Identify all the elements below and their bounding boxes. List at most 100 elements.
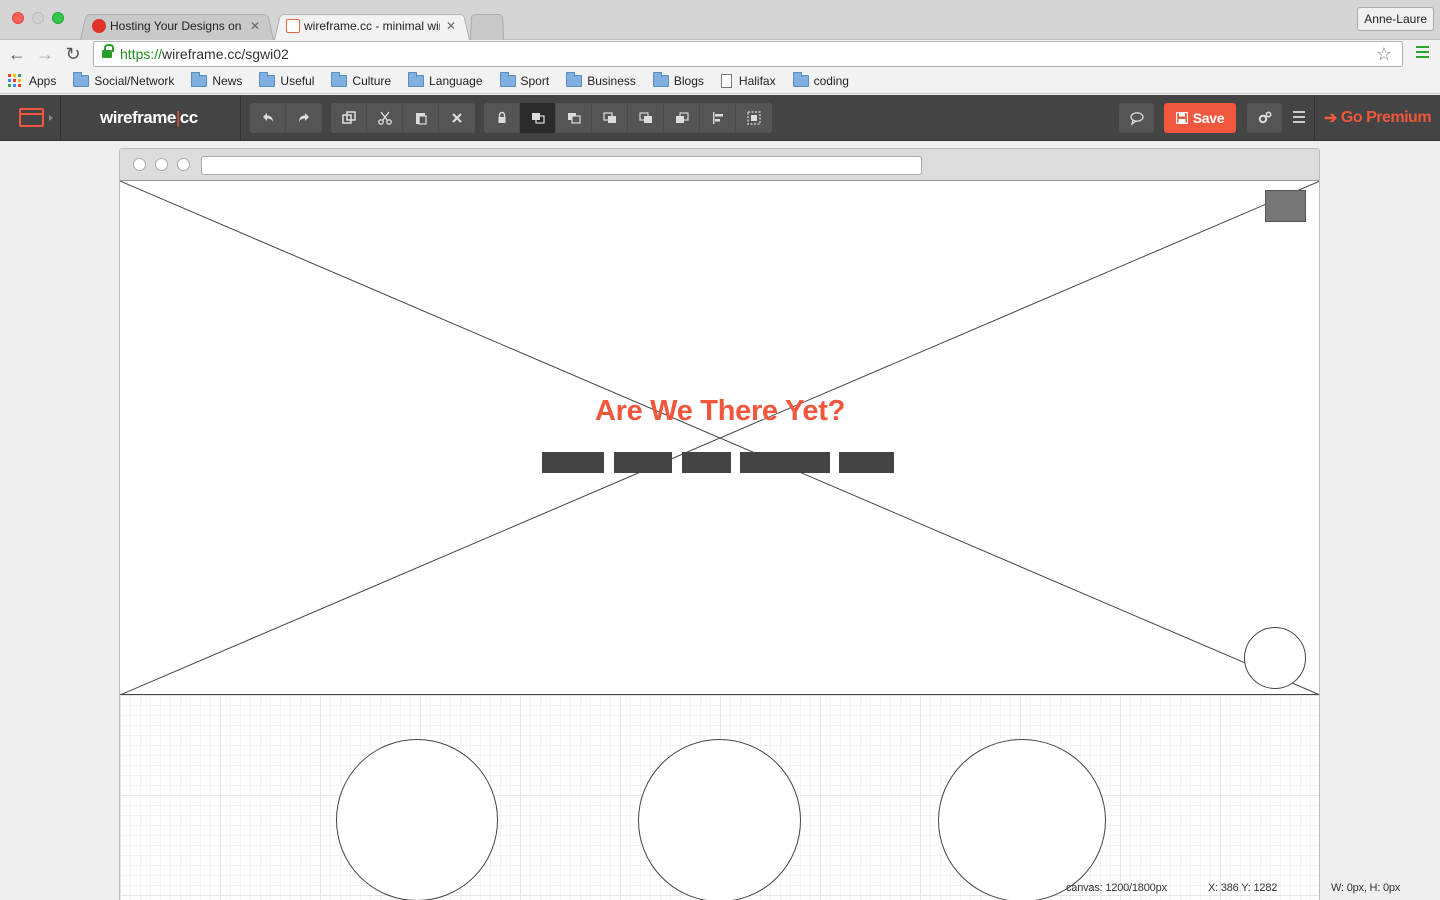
arrow-right-icon: ➔ bbox=[1324, 110, 1337, 127]
browser-tab-wireframe[interactable]: wireframe.cc - minimal wire ✕ bbox=[274, 12, 470, 40]
bookmark-label: Social/Network bbox=[94, 73, 175, 88]
close-window-button[interactable] bbox=[12, 12, 24, 24]
folder-icon bbox=[566, 71, 583, 87]
bookmark-useful[interactable]: Useful bbox=[259, 71, 314, 88]
bookmark-blogs[interactable]: Blogs bbox=[652, 71, 704, 88]
browser-titlebar: Hosting Your Designs on | | ✕ wireframe.… bbox=[0, 0, 1440, 40]
divider bbox=[1314, 95, 1315, 141]
address-bar[interactable]: https://wireframe.cc/sgwi02 ☆ bbox=[93, 41, 1403, 67]
save-label: Save bbox=[1192, 110, 1225, 126]
folder-icon bbox=[73, 71, 90, 87]
bookmark-apps[interactable]: Apps bbox=[8, 74, 56, 88]
bookmark-label: Language bbox=[429, 73, 483, 88]
align-icon[interactable] bbox=[700, 103, 736, 133]
bookmark-business[interactable]: Business bbox=[566, 71, 636, 88]
wireframe-browser-chrome bbox=[120, 149, 1319, 181]
folder-icon bbox=[792, 71, 809, 87]
comment-button[interactable] bbox=[1119, 103, 1154, 133]
feature-circle-placeholder[interactable] bbox=[638, 739, 801, 900]
nav-link-block[interactable] bbox=[682, 452, 731, 473]
selection-size-readout: W: 0px, H: 0px bbox=[1331, 882, 1401, 894]
browser-tab-hosting[interactable]: Hosting Your Designs on | | ✕ bbox=[80, 12, 274, 40]
bookmark-coding[interactable]: coding bbox=[792, 71, 849, 88]
save-button[interactable]: Save bbox=[1164, 103, 1236, 133]
undo-icon[interactable] bbox=[250, 103, 286, 133]
nav-link-block[interactable] bbox=[542, 452, 604, 473]
bookmark-label: Apps bbox=[29, 73, 57, 88]
go-premium-link[interactable]: ➔ Go Premium bbox=[1324, 108, 1432, 128]
app-toolbar: wireframe|cc Save ➔ Go Premium bbox=[0, 95, 1440, 141]
duplicate-icon[interactable] bbox=[331, 103, 367, 133]
settings-button[interactable] bbox=[1247, 103, 1282, 133]
bookmark-label: Culture bbox=[352, 73, 392, 88]
divider bbox=[60, 95, 61, 141]
url-scheme: https:// bbox=[120, 46, 163, 62]
mock-url-bar bbox=[201, 156, 922, 175]
canvas-grid[interactable] bbox=[120, 695, 1319, 900]
tab-label: Hosting Your Designs on | | bbox=[110, 19, 244, 33]
tab-label: wireframe.cc - minimal wire bbox=[304, 19, 440, 33]
mock-window-dot bbox=[155, 158, 168, 171]
bookmark-news[interactable]: News bbox=[191, 71, 243, 88]
profile-button[interactable]: Anne-Laure bbox=[1357, 7, 1434, 31]
back-arrow-icon[interactable]: ← bbox=[6, 43, 28, 65]
app-menu-icon[interactable] bbox=[19, 108, 44, 127]
secure-lock-icon bbox=[102, 44, 114, 59]
logo-placeholder-box[interactable] bbox=[1265, 190, 1306, 222]
hero-image-placeholder[interactable]: Are We There Yet? bbox=[120, 181, 1319, 695]
tab-close-icon[interactable]: ✕ bbox=[446, 19, 456, 33]
bookmark-label: News bbox=[212, 73, 243, 88]
reload-icon[interactable]: ↻ bbox=[62, 43, 84, 65]
maximize-window-button[interactable] bbox=[52, 12, 64, 24]
bookmark-language[interactable]: Language bbox=[408, 71, 483, 88]
bring-forward-icon[interactable] bbox=[592, 103, 628, 133]
lock-icon[interactable] bbox=[484, 103, 520, 133]
feature-circle-placeholder[interactable] bbox=[938, 739, 1106, 900]
edit-tools bbox=[331, 103, 475, 133]
folder-icon bbox=[652, 71, 669, 87]
nav-link-block[interactable] bbox=[614, 452, 672, 473]
bookmark-social-network[interactable]: Social/Network bbox=[73, 71, 175, 88]
page-icon bbox=[720, 73, 732, 88]
bookmark-sport[interactable]: Sport bbox=[499, 71, 550, 88]
flip-icon[interactable] bbox=[664, 103, 700, 133]
delete-icon[interactable] bbox=[439, 103, 475, 133]
browser-menu-icon[interactable] bbox=[1416, 46, 1429, 58]
bring-to-front-icon[interactable] bbox=[628, 103, 664, 133]
folder-icon bbox=[259, 71, 276, 87]
folder-icon bbox=[499, 71, 516, 87]
redo-icon[interactable] bbox=[286, 103, 322, 133]
cut-icon[interactable] bbox=[367, 103, 403, 133]
hamburger-menu-icon[interactable] bbox=[1293, 111, 1305, 123]
group-icon[interactable] bbox=[736, 103, 772, 133]
circle-shape[interactable] bbox=[1244, 627, 1306, 689]
forward-arrow-icon[interactable]: → bbox=[34, 43, 56, 65]
tab-close-icon[interactable]: ✕ bbox=[250, 19, 260, 33]
wireframe-browser-frame[interactable]: Are We There Yet? bbox=[119, 148, 1320, 900]
canvas-size-readout: canvas: 1200/1800px bbox=[1066, 882, 1167, 894]
send-to-back-icon[interactable] bbox=[520, 103, 556, 133]
caret-right-icon bbox=[49, 115, 53, 121]
speech-bubble-icon bbox=[1129, 112, 1144, 126]
new-tab-button[interactable] bbox=[470, 12, 504, 40]
bookmark-label: Business bbox=[587, 73, 636, 88]
bookmark-label: coding bbox=[813, 73, 849, 88]
bookmark-star-icon[interactable]: ☆ bbox=[1376, 42, 1392, 66]
apps-grid-icon bbox=[8, 74, 21, 87]
feature-circle-placeholder[interactable] bbox=[336, 739, 498, 900]
hero-heading[interactable]: Are We There Yet? bbox=[120, 395, 1319, 428]
go-premium-label: Go Premium bbox=[1340, 109, 1432, 126]
bookmark-label: Sport bbox=[520, 73, 550, 88]
minimize-window-button[interactable] bbox=[32, 12, 44, 24]
gears-icon bbox=[1258, 111, 1272, 124]
mock-window-dot bbox=[177, 158, 190, 171]
nav-link-block[interactable] bbox=[740, 452, 830, 473]
mock-window-dot bbox=[133, 158, 146, 171]
nav-link-block[interactable] bbox=[839, 452, 894, 473]
paste-icon[interactable] bbox=[403, 103, 439, 133]
bookmark-culture[interactable]: Culture bbox=[331, 71, 392, 88]
bookmark-halifax[interactable]: Halifax bbox=[720, 73, 776, 88]
folder-icon bbox=[191, 71, 208, 87]
bookmark-label: Halifax bbox=[738, 73, 776, 88]
send-backward-icon[interactable] bbox=[556, 103, 592, 133]
